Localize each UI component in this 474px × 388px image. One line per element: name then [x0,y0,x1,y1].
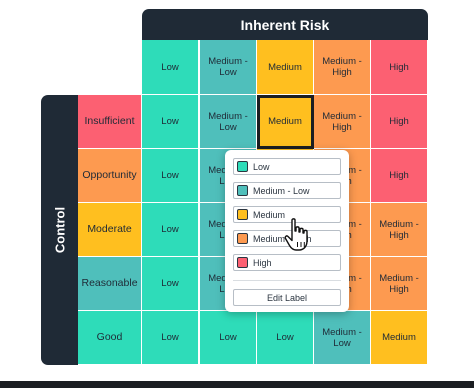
matrix-cell[interactable]: Medium - High [371,203,428,257]
column-header-medium-low: Medium - Low [200,40,257,95]
matrix-cell[interactable]: Low [142,311,199,365]
column-header-high: High [371,40,428,95]
matrix-cell[interactable]: Low [200,311,257,365]
edit-label-text: Edit Label [266,292,308,303]
option-medium-low[interactable]: Medium - Low [233,182,341,199]
edit-label-button[interactable]: Edit Label [233,289,341,306]
matrix-cell[interactable]: Medium [371,311,428,365]
column-header-medium-high: Medium - High [314,40,371,95]
matrix-cell[interactable]: Medium - Low [314,311,371,365]
matrix-cell[interactable]: High [371,95,428,149]
color-swatch [237,233,248,244]
color-swatch [237,161,248,172]
row-header-good: Good [78,311,142,365]
matrix-cell[interactable]: Low [142,149,199,203]
option-label: Medium - Low [253,185,310,196]
column-header-medium: Medium [257,40,314,95]
matrix-cell[interactable]: Low [142,257,199,311]
color-swatch [237,257,248,268]
inherent-risk-title: Inherent Risk [240,16,330,33]
matrix-cell[interactable]: Medium - Low [200,95,257,149]
row-header-insufficient: Insufficient [78,95,142,149]
row-header-reasonable: Reasonable [78,257,142,311]
color-swatch [237,209,248,220]
option-label: High [253,257,272,268]
option-low[interactable]: Low [233,158,341,175]
column-header-low: Low [142,40,199,95]
hand-pointer-icon [284,218,308,251]
matrix-cell[interactable]: Medium - High [314,95,371,149]
matrix-cell[interactable]: High [371,149,428,203]
control-header: Control [41,95,78,365]
matrix-cell[interactable]: Low [142,203,199,257]
option-high[interactable]: High [233,254,341,271]
option-label: Medium [253,209,286,220]
popup-divider [233,280,341,281]
option-label: Low [253,161,270,172]
matrix-cell[interactable]: Medium - High [371,257,428,311]
row-header-opportunity: Opportunity [78,149,142,203]
matrix-cell[interactable]: Low [142,95,199,149]
row-header-moderate: Moderate [78,203,142,257]
control-title: Control [52,206,67,254]
inherent-risk-header: Inherent Risk [142,9,428,40]
matrix-cell[interactable]: Low [257,311,314,365]
color-swatch [237,185,248,196]
matrix-cell[interactable]: Medium [257,95,314,149]
bottom-edge-bar [0,381,474,388]
